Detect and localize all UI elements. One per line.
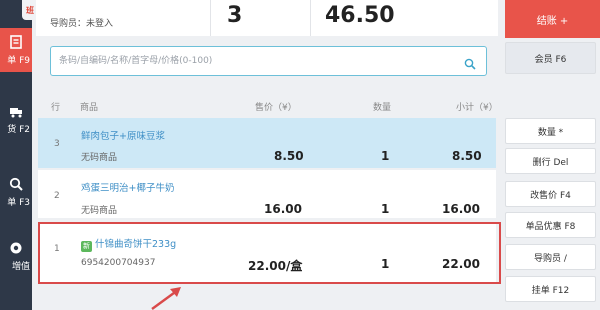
nav-item-label: 单 F3 [7,197,30,208]
nav-item-orders[interactable]: 单 F9 [0,28,32,72]
row-line-number: 2 [54,191,60,201]
quantity-button[interactable]: 数量 * [505,118,596,144]
order-summary: 导购员：未登入 3 46.50 [36,0,498,36]
col-line: 行 [51,103,61,113]
unit-price: 16.00 [264,202,302,216]
product-code: 无码商品 [81,153,118,163]
checklist-icon [9,34,23,53]
nav-item-label: 单 F9 [7,55,30,66]
col-price: 售价（¥） [255,103,297,113]
nav-item-label: 货 F2 [7,124,30,135]
left-nav: 班 单 F9 货 F2 单 F3 増值 [0,0,38,310]
item-count: 3 [227,3,243,28]
product-code: 无码商品 [81,206,118,216]
product-name[interactable]: 鸡蛋三明治+椰子牛奶 [81,180,174,194]
nav-item-search[interactable]: 单 F3 [0,170,32,214]
pos-screen: 班 单 F9 货 F2 单 F3 増值 导购员：未登入 3 46.50 条码/自… [0,0,600,310]
product-name[interactable]: 鲜肉包子+原味豆浆 [81,128,165,142]
member-button[interactable]: 会员 F6 [505,42,596,74]
quantity[interactable]: 1 [381,149,389,163]
nav-item-label: 増值 [11,261,30,272]
product-search[interactable] [50,46,487,76]
salesperson-button[interactable]: 导购员 / [505,244,596,270]
delete-row-button[interactable]: 删行 Del [505,148,596,174]
search-input[interactable] [51,47,451,75]
table-header: 行 商品 售价（¥） 数量 小计（¥） [36,98,498,114]
row-subtotal: 8.50 [452,149,482,163]
nav-item-delivery[interactable]: 货 F2 [0,98,32,142]
unit-price: 8.50 [274,149,304,163]
col-product: 商品 [80,103,99,113]
row-subtotal: 16.00 [442,202,480,216]
order-total: 46.50 [325,3,395,28]
table-row[interactable]: 2 鸡蛋三明治+椰子牛奶 无码商品 16.00 1 16.00 [38,170,496,218]
divider [210,0,211,36]
col-subtotal: 小计（¥） [456,103,498,113]
value-added-icon [9,241,23,259]
delivery-icon [9,106,23,122]
table-row[interactable]: 3 鲜肉包子+原味豆浆 无码商品 8.50 1 8.50 [38,118,496,168]
divider [310,0,311,36]
col-qty: 数量 [373,103,392,113]
item-discount-button[interactable]: 单品优惠 F8 [505,212,596,238]
annotation-arrow-icon [151,287,181,310]
row-line-number: 3 [54,139,60,149]
hold-order-button[interactable]: 挂单 F12 [505,276,596,302]
search-icon[interactable] [464,55,476,74]
annotation-highlight-box [38,222,501,284]
nav-item-value-added[interactable]: 増值 [0,234,32,278]
search-icon [9,177,23,195]
change-price-button[interactable]: 改售价 F4 [505,181,596,207]
quantity[interactable]: 1 [381,202,389,216]
checkout-button[interactable]: 结账 + [505,0,600,38]
salesperson-status: 导购员：未登入 [50,19,114,29]
